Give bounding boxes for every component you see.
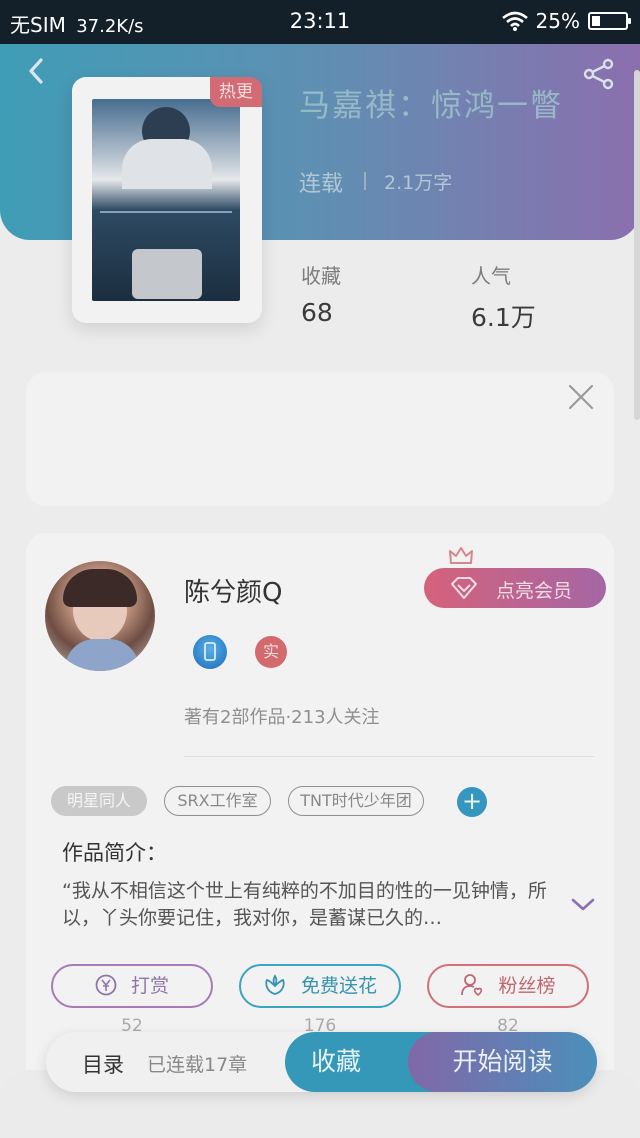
start-reading-button[interactable]: 开始阅读 bbox=[408, 1032, 597, 1092]
reward-button[interactable]: 打赏 bbox=[51, 964, 213, 1008]
reward-label: 打赏 bbox=[130, 975, 169, 997]
chevron-down-icon[interactable] bbox=[570, 896, 596, 914]
favorites-value: 68 bbox=[301, 298, 333, 327]
ad-close-button[interactable] bbox=[568, 384, 594, 410]
vip-button-label: 点亮会员 bbox=[496, 580, 573, 602]
wifi-icon bbox=[501, 11, 528, 31]
status-bar: 无SIM 37.2K/s 23:11 25% bbox=[0, 0, 640, 44]
fans-ranking-button[interactable]: 粉丝榜 bbox=[427, 964, 589, 1008]
book-cover-image bbox=[92, 99, 240, 301]
book-status: 连载 bbox=[299, 172, 344, 197]
send-flower-button[interactable]: 免费送花 bbox=[239, 964, 401, 1008]
real-name-badge: 实 bbox=[255, 636, 287, 668]
close-icon bbox=[568, 384, 594, 410]
send-flower-label: 免费送花 bbox=[300, 975, 377, 997]
battery-percent: 25% bbox=[535, 9, 580, 33]
share-button[interactable] bbox=[582, 58, 616, 90]
crown-icon bbox=[449, 547, 473, 564]
author-meta: 著有2部作品·213人关注 bbox=[184, 707, 380, 728]
popularity-value: 6.1万 bbox=[471, 303, 536, 332]
favorites-label: 收藏 bbox=[301, 264, 341, 288]
scrollbar[interactable] bbox=[634, 70, 640, 420]
cover-figure-body bbox=[122, 139, 212, 189]
author-name[interactable]: 陈兮颜Q bbox=[184, 572, 282, 609]
phone-icon bbox=[204, 642, 216, 661]
intro-title: 作品简介： bbox=[62, 841, 167, 865]
book-word-count: 2.1万字 bbox=[384, 172, 453, 194]
back-button[interactable] bbox=[22, 56, 52, 86]
tag-item[interactable]: SRX工作室 bbox=[164, 786, 271, 816]
avatar-shirt bbox=[65, 639, 139, 671]
book-cover-card[interactable] bbox=[72, 77, 262, 323]
intro-text: “我从不相信这个世上有纯粹的不加目的性的一见钟情，所以，丫头你要记住，我对你，是… bbox=[62, 880, 547, 929]
yen-icon bbox=[95, 974, 117, 996]
tag-item[interactable]: TNT时代少年团 bbox=[288, 786, 424, 816]
flower-icon bbox=[265, 974, 285, 995]
book-title: 马嘉祺：惊鸿一瞥 bbox=[299, 88, 563, 124]
cover-figure-lower bbox=[132, 249, 202, 299]
divider bbox=[184, 756, 594, 757]
diamond-icon bbox=[451, 577, 477, 599]
fans-ranking-label: 粉丝榜 bbox=[498, 975, 556, 997]
add-tag-button[interactable]: + bbox=[457, 787, 487, 817]
battery-icon bbox=[588, 12, 631, 30]
status-divider bbox=[364, 172, 366, 190]
avatar-hair bbox=[63, 569, 137, 607]
ad-card bbox=[26, 372, 614, 506]
verified-badge bbox=[193, 635, 227, 669]
cover-line bbox=[100, 211, 232, 213]
fan-user-icon bbox=[461, 974, 483, 997]
popularity-label: 人气 bbox=[471, 264, 511, 288]
table-of-contents-button[interactable]: 目录 bbox=[82, 1049, 124, 1079]
hot-update-badge: 热更 bbox=[210, 77, 262, 107]
chapter-count[interactable]: 已连载17章 bbox=[147, 1050, 247, 1077]
status-right: 25% bbox=[501, 9, 631, 33]
share-icon bbox=[583, 58, 614, 90]
chevron-left-icon bbox=[29, 58, 43, 84]
tag-item[interactable]: 明星同人 bbox=[51, 786, 147, 816]
author-avatar[interactable] bbox=[45, 561, 155, 671]
